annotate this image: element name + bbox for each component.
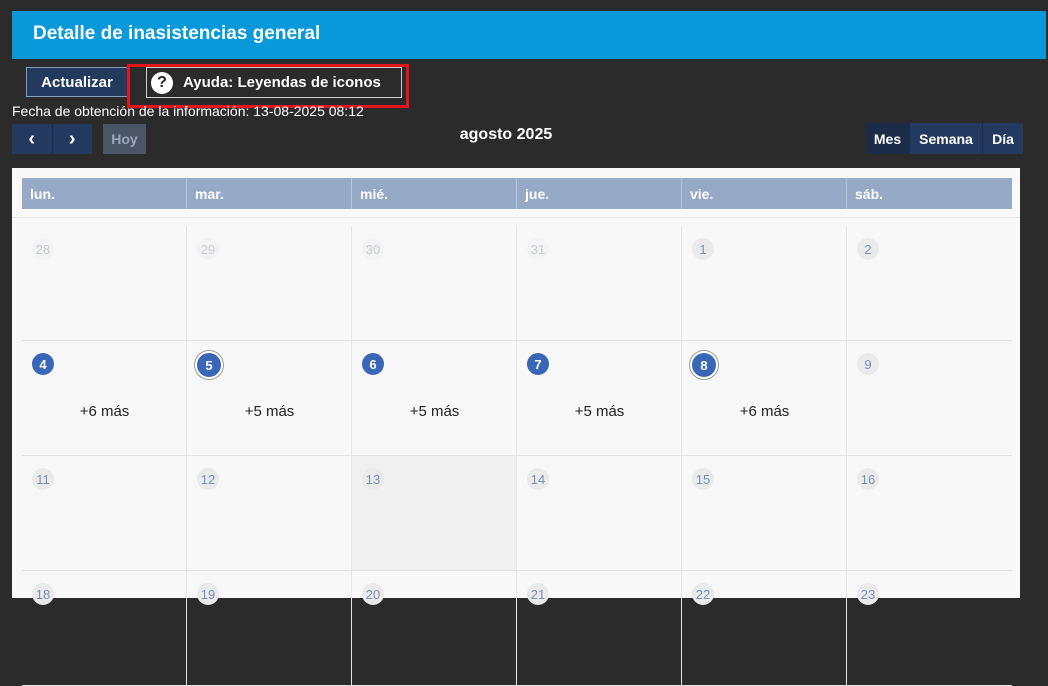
day-number: 28 — [32, 238, 54, 260]
calendar-nav: ‹ › — [12, 124, 92, 154]
day-number: 23 — [857, 583, 879, 605]
day-number: 31 — [527, 238, 549, 260]
day-number: 1 — [692, 238, 714, 260]
day-number: 13 — [362, 468, 384, 490]
fetch-date-text: Fecha de obtención de la información: 13… — [12, 104, 364, 118]
more-events-link[interactable]: +6 más — [682, 403, 847, 420]
calendar-day[interactable]: 28 — [22, 226, 187, 340]
calendar-week: 11 12 13 14 15 16 — [22, 456, 1012, 571]
weekday-label: vie. — [682, 178, 847, 209]
calendar-day[interactable]: 22 — [682, 571, 847, 685]
calendar-day[interactable]: 11 — [22, 456, 187, 570]
calendar-day[interactable]: 19 — [187, 571, 352, 685]
day-number: 4 — [32, 353, 54, 375]
help-legend-button[interactable]: ? Ayuda: Leyendas de iconos — [146, 67, 402, 98]
day-number: 8 — [690, 351, 718, 379]
today-button[interactable]: Hoy — [103, 124, 146, 154]
calendar-day[interactable]: 5 +5 más — [187, 341, 352, 455]
day-number: 29 — [197, 238, 219, 260]
calendar-day[interactable]: 20 — [352, 571, 517, 685]
day-number: 12 — [197, 468, 219, 490]
weekday-label: jue. — [517, 178, 682, 209]
calendar-grid: 28 29 30 31 1 2 4 +6 más 5 +5 más 6 +5 m… — [22, 226, 1012, 686]
page-title: Detalle de inasistencias general — [33, 23, 321, 44]
day-number: 14 — [527, 468, 549, 490]
weekday-label: mar. — [187, 178, 352, 209]
weekday-label: mié. — [352, 178, 517, 209]
day-number: 2 — [857, 238, 879, 260]
calendar-title: agosto 2025 — [459, 126, 553, 143]
day-number: 9 — [857, 353, 879, 375]
calendar-day[interactable]: 30 — [352, 226, 517, 340]
view-switch: Mes Semana Día — [866, 123, 1023, 154]
month-calendar: lun. mar. mié. jue. vie. sáb. 28 29 30 3… — [12, 168, 1020, 686]
help-legend-label: Ayuda: Leyendas de iconos — [183, 74, 381, 91]
view-week-button[interactable]: Semana — [909, 123, 982, 154]
page-header: Detalle de inasistencias general — [12, 11, 1046, 59]
day-number: 11 — [32, 468, 54, 490]
calendar-day[interactable]: 16 — [847, 456, 1012, 570]
day-number: 22 — [692, 583, 714, 605]
calendar-day[interactable]: 2 — [847, 226, 1012, 340]
calendar-week: 4 +6 más 5 +5 más 6 +5 más 7 +5 más 8 +6… — [22, 341, 1012, 456]
header-divider — [12, 217, 1020, 218]
calendar-week: 28 29 30 31 1 2 — [22, 226, 1012, 341]
refresh-button[interactable]: Actualizar — [26, 67, 128, 97]
next-month-button[interactable]: › — [51, 124, 93, 154]
day-number: 7 — [527, 353, 549, 375]
chevron-left-icon: ‹ — [28, 127, 36, 150]
day-number: 15 — [692, 468, 714, 490]
question-circle-icon: ? — [151, 71, 173, 94]
day-number: 19 — [197, 583, 219, 605]
view-month-button[interactable]: Mes — [866, 123, 909, 154]
calendar-day[interactable]: 29 — [187, 226, 352, 340]
calendar-week: 18 19 20 21 22 23 — [22, 571, 1012, 686]
day-number: 18 — [32, 583, 54, 605]
weekday-label: lun. — [22, 178, 187, 209]
weekday-label: sáb. — [855, 186, 884, 202]
calendar-day[interactable]: 9 — [847, 341, 1012, 455]
calendar-day-today[interactable]: 13 — [352, 456, 517, 570]
weekday-header: lun. mar. mié. jue. vie. sáb. — [22, 178, 1012, 209]
day-number: 5 — [195, 351, 223, 379]
day-number: 20 — [362, 583, 384, 605]
day-number: 6 — [362, 353, 384, 375]
day-number: 30 — [362, 238, 384, 260]
calendar-day[interactable]: 23 — [847, 571, 1012, 685]
calendar-day[interactable]: 8 +6 más — [682, 341, 847, 455]
calendar-day[interactable]: 21 — [517, 571, 682, 685]
calendar-day[interactable]: 31 — [517, 226, 682, 340]
calendar-day[interactable]: 14 — [517, 456, 682, 570]
calendar-day[interactable]: 4 +6 más — [22, 341, 187, 455]
chevron-right-icon: › — [68, 127, 76, 150]
calendar-day[interactable]: 1 — [682, 226, 847, 340]
more-events-link[interactable]: +5 más — [352, 403, 517, 420]
day-number: 16 — [857, 468, 879, 490]
view-day-button[interactable]: Día — [982, 123, 1023, 154]
day-number: 21 — [527, 583, 549, 605]
more-events-link[interactable]: +6 más — [22, 403, 187, 420]
calendar-day[interactable]: 12 — [187, 456, 352, 570]
calendar-day[interactable]: 18 — [22, 571, 187, 685]
calendar-day[interactable]: 6 +5 más — [352, 341, 517, 455]
prev-month-button[interactable]: ‹ — [12, 124, 52, 154]
calendar-day[interactable]: 15 — [682, 456, 847, 570]
more-events-link[interactable]: +5 más — [187, 403, 352, 420]
calendar-day[interactable]: 7 +5 más — [517, 341, 682, 455]
more-events-link[interactable]: +5 más — [517, 403, 682, 420]
